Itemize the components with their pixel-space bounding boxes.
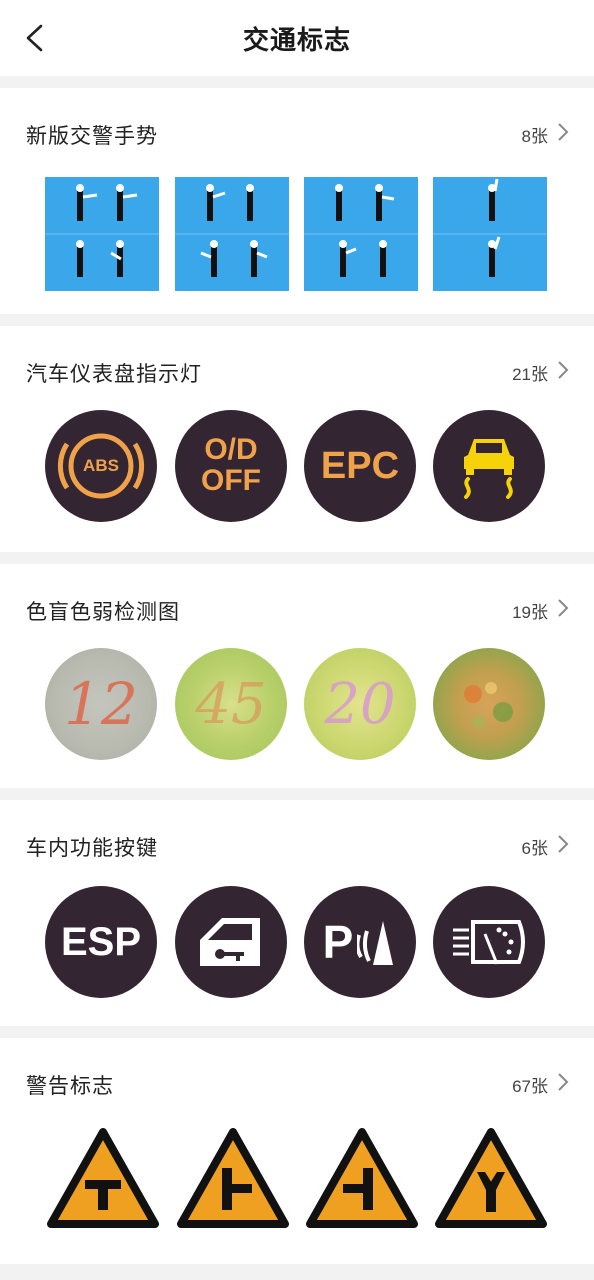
color-plate-20: 20 <box>304 648 416 760</box>
abs-warning-icon: ABS <box>45 410 157 522</box>
traffic-police-gesture-thumbnail[interactable] <box>175 177 289 291</box>
traffic-signs-page: 交通标志 新版交警手势 8张 汽车仪表盘指示灯 21张 ABS O/D OFF … <box>0 0 594 1280</box>
section-header[interactable]: 新版交警手势 8张 <box>0 88 594 168</box>
section-count: 8张 <box>521 127 548 146</box>
police-gesture-image <box>175 184 289 277</box>
police-gesture-image <box>45 184 159 277</box>
section-warning-signs: 警告标志 67张 <box>0 1038 594 1264</box>
section-count: 21张 <box>512 365 548 384</box>
section-count: 19张 <box>512 603 548 622</box>
section-in-car-buttons: 车内功能按键 6张 ESP P <box>0 800 594 1026</box>
section-count: 6张 <box>521 839 548 858</box>
left-side-junction-sign <box>177 1128 289 1228</box>
chevron-right-icon <box>558 1073 569 1091</box>
chevron-right-icon <box>558 123 569 141</box>
rear-wiper-thumbnail[interactable] <box>433 886 549 1002</box>
color-plate-thumbnail[interactable] <box>433 648 549 764</box>
esp-label: ESP <box>60 919 142 964</box>
t-junction-sign-thumbnail[interactable] <box>45 1126 161 1242</box>
y-junction-sign <box>435 1128 547 1228</box>
rear-wiper-icon <box>433 886 545 998</box>
section-header[interactable]: 警告标志 67张 <box>0 1038 594 1118</box>
section-title: 警告标志 <box>26 1075 114 1098</box>
section-title: 汽车仪表盘指示灯 <box>26 363 202 386</box>
color-plate-45: 45 <box>175 648 287 760</box>
traffic-police-gesture-thumbnail[interactable] <box>45 177 159 291</box>
section-header[interactable]: 色盲色弱检测图 19张 <box>0 564 594 644</box>
parking-sensor-icon: P <box>304 886 416 998</box>
color-plate-hidden <box>433 648 545 760</box>
section-header[interactable]: 汽车仪表盘指示灯 21张 <box>0 326 594 406</box>
color-plate-12: 12 <box>45 648 157 760</box>
plate-number: 20 <box>324 671 396 737</box>
esp-icon: ESP <box>45 886 157 998</box>
right-side-junction-sign <box>306 1128 418 1228</box>
section-title: 新版交警手势 <box>26 125 158 148</box>
t-junction-sign <box>47 1128 159 1228</box>
epc-icon: EPC <box>304 410 416 522</box>
section-count: 67张 <box>512 1077 548 1096</box>
plate-number: 12 <box>64 670 138 738</box>
traffic-police-gesture-thumbnail[interactable] <box>304 177 418 291</box>
od-off-thumbnail[interactable]: O/D OFF <box>175 410 291 526</box>
section-dashboard-lights: 汽车仪表盘指示灯 21张 ABS O/D OFF EPC <box>0 326 594 552</box>
color-plate-thumbnail[interactable]: 12 <box>45 648 161 764</box>
epc-thumbnail[interactable]: EPC <box>304 410 420 526</box>
plate-number: 45 <box>195 671 267 737</box>
od-off-icon: O/D OFF <box>175 410 287 522</box>
section-color-blind-test: 色盲色弱检测图 19张 12 45 20 <box>0 564 594 788</box>
door-key-icon <box>175 886 287 998</box>
chevron-right-icon <box>558 361 569 379</box>
chevron-right-icon <box>558 599 569 617</box>
door-key-thumbnail[interactable] <box>175 886 291 1002</box>
traction-control-thumbnail[interactable] <box>433 410 549 526</box>
off-label: OFF <box>201 464 261 497</box>
page-title: 交通标志 <box>242 25 351 55</box>
parking-sensor-thumbnail[interactable]: P <box>304 886 420 1002</box>
abs-label: ABS <box>83 456 119 475</box>
right-side-junction-sign-thumbnail[interactable] <box>304 1126 420 1242</box>
chevron-right-icon <box>558 835 569 853</box>
traffic-police-gesture-thumbnail[interactable] <box>433 177 547 291</box>
epc-label: EPC <box>320 444 400 487</box>
od-label: O/D <box>204 433 258 466</box>
y-junction-sign-thumbnail[interactable] <box>433 1126 549 1242</box>
left-side-junction-sign-thumbnail[interactable] <box>175 1126 291 1242</box>
parking-label: P <box>322 916 354 968</box>
color-plate-thumbnail[interactable]: 45 <box>175 648 291 764</box>
abs-warning-thumbnail[interactable]: ABS <box>45 410 161 526</box>
top-bar: 交通标志 <box>0 0 594 76</box>
traction-control-icon <box>433 410 545 522</box>
color-plate-thumbnail[interactable]: 20 <box>304 648 420 764</box>
section-title: 色盲色弱检测图 <box>26 601 180 624</box>
section-header[interactable]: 车内功能按键 6张 <box>0 800 594 880</box>
police-gesture-image <box>433 178 547 277</box>
police-gesture-image <box>304 184 418 277</box>
section-title: 车内功能按键 <box>26 837 158 860</box>
esp-thumbnail[interactable]: ESP <box>45 886 161 1002</box>
section-police-gestures: 新版交警手势 8张 <box>0 88 594 314</box>
